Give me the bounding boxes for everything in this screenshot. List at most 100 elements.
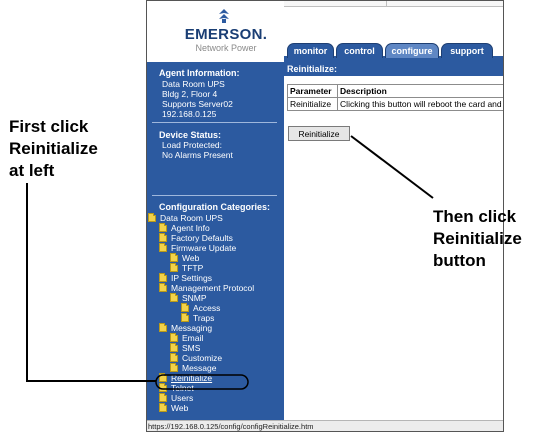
tree-item[interactable]: Reinitialize — [159, 372, 213, 383]
tree-item-label: Management Protocol — [171, 283, 255, 293]
folder-icon — [181, 312, 189, 322]
tab-control[interactable]: control — [336, 43, 383, 58]
tree-item[interactable]: Customize — [170, 352, 223, 363]
tree-item[interactable]: Telnet — [159, 382, 194, 393]
column-header: Description — [337, 84, 504, 98]
folder-icon — [159, 392, 167, 402]
folder-icon — [181, 302, 189, 312]
tab-monitor[interactable]: monitor — [287, 43, 334, 58]
tree-item[interactable]: Users — [159, 392, 194, 403]
table-header-row: Parameter Description — [286, 84, 504, 98]
tree-item-label: Factory Defaults — [171, 233, 233, 243]
folder-icon — [170, 262, 178, 272]
top-strip-divider — [386, 0, 387, 7]
tree-item-label: IP Settings — [171, 273, 212, 283]
left-nav-panel: Agent Information: Data Room UPS Bldg 2,… — [146, 62, 284, 420]
emerson-logo-icon — [219, 9, 229, 23]
folder-icon — [159, 272, 167, 282]
folder-icon — [170, 332, 178, 342]
table-cell: Reinitialize — [286, 97, 339, 111]
table-row: Reinitialize Clicking this button will r… — [286, 97, 504, 111]
callout-line: First click — [9, 117, 89, 136]
company-name: EMERSON. — [184, 26, 268, 43]
callout-line: Reinitialize — [9, 139, 98, 158]
top-strip — [284, 0, 504, 7]
config-categories-heading: Configuration Categories: — [159, 202, 271, 212]
folder-icon — [170, 362, 178, 372]
folder-icon — [159, 232, 167, 242]
folder-icon — [159, 382, 167, 392]
folder-icon — [159, 372, 167, 382]
tree-item[interactable]: Web — [170, 252, 200, 263]
tree-item-label: Agent Info — [171, 223, 210, 233]
agent-info-line: Data Room UPS — [162, 79, 225, 89]
tree-item[interactable]: Management Protocol — [159, 282, 255, 293]
tree-item[interactable]: Web — [159, 402, 189, 413]
tree-item-label: SMS — [182, 343, 201, 353]
tree-item[interactable]: TFTP — [170, 262, 204, 273]
callout-right: Then click Reinitialize button — [433, 206, 560, 272]
tree-item-label: Users — [171, 393, 194, 403]
tree-item[interactable]: Factory Defaults — [159, 232, 233, 243]
tree-item[interactable]: SNMP — [170, 292, 207, 303]
callout-line: button — [433, 251, 486, 270]
device-status-line: No Alarms Present — [162, 150, 233, 160]
tree-item-label: Data Room UPS — [160, 213, 223, 223]
tree-item-label: Email — [182, 333, 204, 343]
folder-icon — [170, 292, 178, 302]
callout-line: at left — [9, 161, 55, 180]
tree-item-label: TFTP — [182, 263, 204, 273]
agent-info-line: 192.168.0.125 — [162, 109, 217, 119]
tree-item-label: Firmware Update — [171, 243, 237, 253]
tab-configure[interactable]: configure — [385, 43, 439, 58]
tree-item[interactable]: Firmware Update — [159, 242, 237, 253]
tree-item-label: Messaging — [171, 323, 213, 333]
tree-item[interactable]: Agent Info — [159, 222, 210, 233]
device-status-heading: Device Status: — [159, 130, 222, 140]
tree-item[interactable]: Messaging — [159, 322, 213, 333]
tree-item-label: Web — [182, 253, 200, 263]
reinitialize-button[interactable]: Reinitialize — [288, 126, 350, 141]
page-title: Reinitialize: — [284, 62, 504, 76]
folder-icon — [170, 252, 178, 262]
tree-item-label: Customize — [182, 353, 223, 363]
status-bar-url: https://192.168.0.125/config/configReini… — [146, 420, 504, 432]
tree-item[interactable]: Email — [170, 332, 204, 343]
tree-item[interactable]: Traps — [181, 312, 215, 323]
folder-icon — [159, 222, 167, 232]
callout-line: Then click — [433, 207, 517, 226]
folder-icon — [159, 402, 167, 412]
tree-item-label: Reinitialize — [171, 373, 213, 383]
tree-item-label: Telnet — [171, 383, 194, 393]
tree-item[interactable]: Access — [181, 302, 221, 313]
agent-info-heading: Agent Information: — [159, 68, 240, 78]
folder-icon — [170, 342, 178, 352]
tab-support[interactable]: support — [441, 43, 493, 58]
tree-item-label: Web — [171, 403, 189, 413]
folder-icon — [159, 282, 167, 292]
tree-item-label: SNMP — [182, 293, 207, 303]
parameter-table: Parameter Description Reinitialize Click… — [286, 84, 504, 111]
left-pointer-line — [26, 183, 156, 382]
folder-icon — [159, 322, 167, 332]
tree-item[interactable]: Data Room UPS — [148, 212, 223, 223]
folder-icon — [170, 352, 178, 362]
agent-info-line: Bldg 2, Floor 4 — [162, 89, 218, 99]
divider — [152, 195, 277, 196]
divider — [152, 122, 277, 123]
tree-item[interactable]: IP Settings — [159, 272, 212, 283]
tree-item[interactable]: SMS — [170, 342, 201, 353]
folder-icon — [159, 242, 167, 252]
column-header: Parameter — [286, 84, 339, 98]
tree-item-label: Access — [193, 303, 221, 313]
table-cell: Clicking this button will reboot the car… — [337, 97, 504, 111]
folder-icon — [148, 212, 156, 222]
device-status-line: Load Protected: — [162, 140, 223, 150]
tree-item-label: Traps — [193, 313, 215, 323]
callout-line: Reinitialize — [433, 229, 522, 248]
annotated-screenshot: EMERSON. Network Power monitor control c… — [0, 0, 560, 435]
division-name: Network Power — [195, 43, 257, 53]
tree-item[interactable]: Message — [170, 362, 217, 373]
tree-item-label: Message — [182, 363, 217, 373]
brand-header: EMERSON. Network Power — [146, 0, 284, 62]
